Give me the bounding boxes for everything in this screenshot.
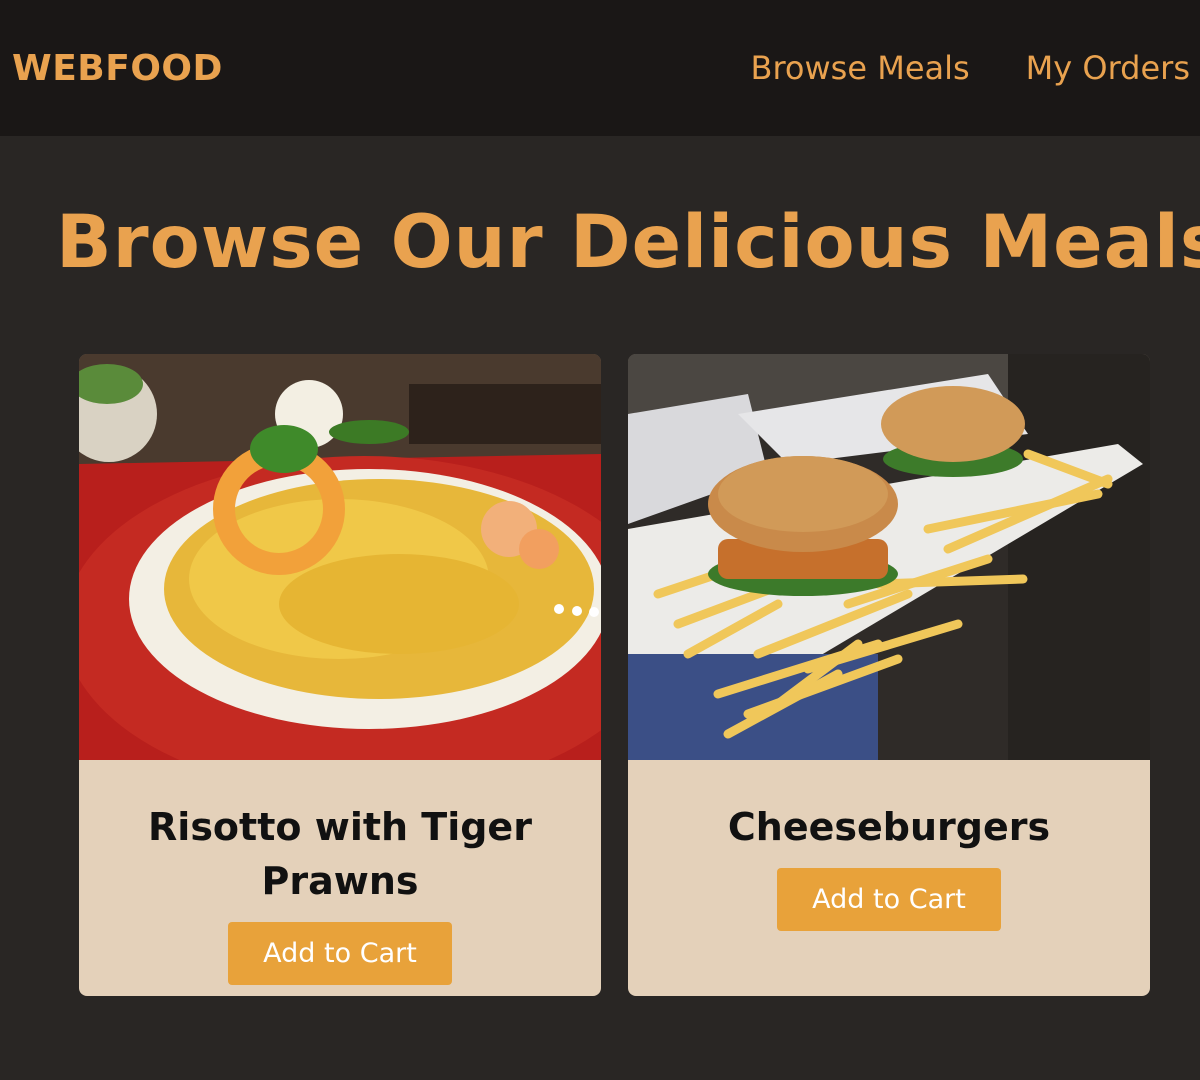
- brand-logo[interactable]: WEBFOOD: [12, 48, 223, 89]
- meal-name: Risotto with Tiger Prawns: [148, 805, 532, 903]
- nav-link-my-orders[interactable]: My Orders: [1026, 49, 1190, 87]
- add-to-cart-button[interactable]: Add to Cart: [777, 868, 1001, 931]
- main-nav: Browse Meals My Orders: [751, 49, 1190, 87]
- meal-photo-risotto: [79, 354, 601, 760]
- add-to-cart-button[interactable]: Add to Cart: [228, 922, 452, 985]
- meal-card-body: Risotto with Tiger Prawns Add to Cart: [79, 760, 601, 985]
- meal-card-risotto: Risotto with Tiger Prawns Add to Cart: [79, 354, 601, 996]
- nav-link-browse-meals[interactable]: Browse Meals: [751, 49, 970, 87]
- meal-card-body: Cheeseburgers Add to Cart: [628, 760, 1150, 931]
- meal-card-cheeseburgers: Cheeseburgers Add to Cart: [628, 354, 1150, 996]
- page-title: Browse Our Delicious Meals: [56, 200, 1200, 285]
- meal-photo-cheeseburgers: [628, 354, 1150, 760]
- meal-name: Cheeseburgers: [727, 805, 1051, 849]
- top-navigation-bar: WEBFOOD Browse Meals My Orders: [0, 0, 1200, 136]
